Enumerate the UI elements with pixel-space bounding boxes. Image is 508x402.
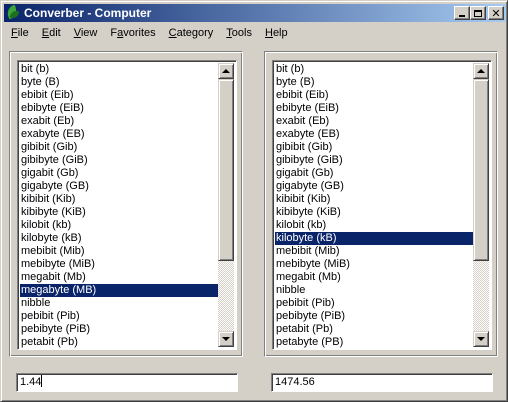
scroll-up-button[interactable] — [473, 63, 489, 79]
menu-label-mnemonic: C — [168, 27, 177, 39]
window-title: Converber - Computer — [24, 6, 152, 20]
scroll-down-button[interactable] — [218, 331, 234, 347]
list-item[interactable]: exabyte (EB) — [275, 128, 475, 141]
minimize-icon — [459, 15, 465, 17]
input-value-field[interactable]: 1.44 — [16, 373, 238, 392]
list-item[interactable]: bit (b) — [275, 63, 475, 76]
list-item[interactable]: exabyte (EB) — [20, 128, 220, 141]
scroll-thumb[interactable] — [473, 79, 489, 261]
menu-item-edit[interactable]: Edit — [35, 24, 67, 42]
source-unit-panel: bit (b) byte (B) ebibit (Eib) ebibyte (EiB)… — [9, 51, 243, 357]
list-item[interactable]: petabit (Pb) — [275, 323, 475, 336]
list-item[interactable]: kilobyte (kB) — [20, 232, 220, 245]
list-item-selected[interactable]: megabyte (MB) — [20, 284, 220, 297]
list-item[interactable]: petabyte (PB) — [275, 336, 475, 349]
list-item[interactable]: ebibyte (EiB) — [20, 102, 220, 115]
scroll-thumb[interactable] — [218, 79, 234, 261]
menu-label-post: ile — [17, 27, 29, 39]
menu-item-favorites[interactable]: Favorites — [103, 24, 161, 42]
list-item[interactable]: pebibit (Pib) — [20, 310, 220, 323]
menu-label-post: ategory — [176, 27, 214, 39]
output-value-field[interactable]: 1474.56 — [271, 373, 493, 392]
list-item[interactable]: gibibit (Gib) — [275, 141, 475, 154]
list-item[interactable]: nibble — [20, 297, 220, 310]
menu-label-post: elp — [272, 27, 288, 39]
menu-bar: File Edit View Favorites Category Tools Help — [4, 24, 294, 42]
menu-label-post: vorites — [123, 27, 156, 39]
maximize-button[interactable] — [470, 6, 486, 20]
menu-item-help[interactable]: Help — [258, 24, 294, 42]
list-item[interactable]: kilobit (kb) — [275, 219, 475, 232]
target-unit-items: bit (b) byte (B) ebibit (Eib) ebibyte (EiB)… — [275, 63, 475, 349]
list-item[interactable]: megabit (Mb) — [275, 271, 475, 284]
list-item[interactable]: kibibit (Kib) — [20, 193, 220, 206]
close-button[interactable]: ✕ — [488, 6, 504, 20]
arrow-up-icon — [477, 69, 485, 73]
list-item-selected[interactable]: kilobyte (kB) — [275, 232, 475, 245]
list-item[interactable]: kibibyte (KiB) — [275, 206, 475, 219]
menu-label-mnemonic: H — [264, 27, 273, 39]
source-list-scrollbar[interactable] — [218, 63, 234, 347]
list-item[interactable]: ebibit (Eib) — [20, 89, 220, 102]
menu-item-file[interactable]: File — [4, 24, 35, 42]
list-item[interactable]: exabit (Eb) — [20, 115, 220, 128]
text-caret — [41, 375, 43, 387]
output-value-text: 1474.56 — [275, 376, 315, 388]
target-list-scrollbar[interactable] — [473, 63, 489, 347]
list-item[interactable]: pebibit (Pib) — [275, 297, 475, 310]
source-unit-items: bit (b) byte (B) ebibit (Eib) ebibyte (EiB)… — [20, 63, 220, 349]
menu-item-view[interactable]: View — [67, 24, 104, 42]
list-item[interactable]: exabit (Eb) — [275, 115, 475, 128]
list-item[interactable]: gibibyte (GiB) — [275, 154, 475, 167]
scroll-up-button[interactable] — [218, 63, 234, 79]
list-item[interactable]: pebibyte (PiB) — [275, 310, 475, 323]
minimize-button[interactable] — [454, 6, 470, 20]
list-item[interactable]: mebibyte (MiB) — [20, 258, 220, 271]
title-bar[interactable]: Converber - Computer ✕ — [4, 4, 506, 22]
arrow-down-icon — [222, 337, 230, 341]
menu-item-tools[interactable]: Tools — [219, 24, 258, 42]
menu-label-mnemonic: V — [73, 27, 81, 39]
arrow-down-icon — [477, 337, 485, 341]
scroll-down-button[interactable] — [473, 331, 489, 347]
list-item[interactable]: gibibyte (GiB) — [20, 154, 220, 167]
menu-item-category[interactable]: Category — [162, 24, 220, 42]
menu-label-post: iew — [80, 27, 98, 39]
list-item[interactable]: mebibit (Mib) — [20, 245, 220, 258]
list-item[interactable]: mebibit (Mib) — [275, 245, 475, 258]
arrow-up-icon — [222, 69, 230, 73]
window-controls: ✕ — [454, 6, 504, 20]
list-item[interactable]: nibble — [275, 284, 475, 297]
menu-label-post: dit — [49, 27, 61, 39]
list-item[interactable]: gibibit (Gib) — [20, 141, 220, 154]
maximize-icon — [474, 9, 482, 17]
list-item[interactable]: ebibit (Eib) — [275, 89, 475, 102]
menu-label-mnemonic: E — [41, 27, 50, 39]
list-item[interactable]: pebibyte (PiB) — [20, 323, 220, 336]
target-unit-list[interactable]: bit (b) byte (B) ebibit (Eib) ebibyte (EiB)… — [272, 60, 492, 350]
list-item[interactable]: ebibyte (EiB) — [275, 102, 475, 115]
list-item[interactable]: gigabyte (GB) — [20, 180, 220, 193]
list-item[interactable]: bit (b) — [20, 63, 220, 76]
menu-label-mnemonic: F — [11, 27, 18, 39]
close-icon: ✕ — [491, 6, 501, 20]
target-unit-panel: bit (b) byte (B) ebibit (Eib) ebibyte (EiB)… — [264, 51, 498, 357]
list-item[interactable]: byte (B) — [20, 76, 220, 89]
list-item[interactable]: kibibyte (KiB) — [20, 206, 220, 219]
list-item[interactable]: gigabit (Gb) — [275, 167, 475, 180]
menu-label-post: ools — [231, 27, 252, 39]
list-item[interactable]: gigabit (Gb) — [20, 167, 220, 180]
input-value-text: 1.44 — [20, 376, 42, 388]
app-window: Converber - Computer ✕ File Edit View Favor… — [0, 0, 508, 402]
list-item[interactable]: megabit (Mb) — [20, 271, 220, 284]
list-item[interactable]: kilobit (kb) — [20, 219, 220, 232]
app-leaf-icon[interactable] — [5, 4, 20, 21]
list-item[interactable]: byte (B) — [275, 76, 475, 89]
source-unit-list[interactable]: bit (b) byte (B) ebibit (Eib) ebibyte (EiB)… — [17, 60, 237, 350]
list-item[interactable]: kibibit (Kib) — [275, 193, 475, 206]
list-item[interactable]: mebibyte (MiB) — [275, 258, 475, 271]
list-item[interactable]: gigabyte (GB) — [275, 180, 475, 193]
list-item[interactable]: petabit (Pb) — [20, 336, 220, 349]
